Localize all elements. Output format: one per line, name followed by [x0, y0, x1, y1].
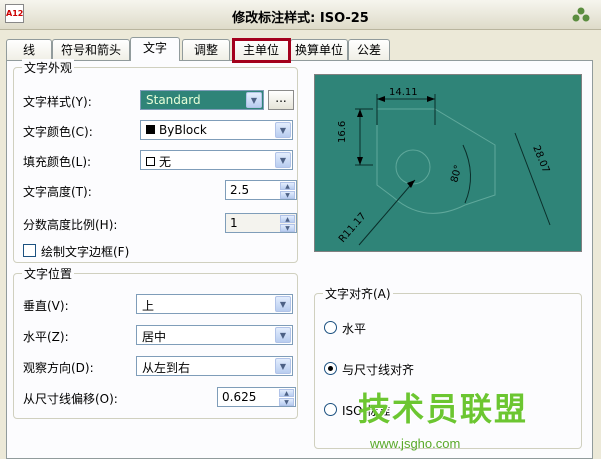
- text-placement-group: 文字位置 垂直(V): 上 ▼ 水平(Z): 居中 ▼ 观察方向(D): 从左到…: [13, 265, 298, 419]
- watermark-url: www.jsgho.com: [370, 436, 461, 451]
- align-iso-radio[interactable]: [324, 403, 337, 416]
- text-style-value: Standard: [146, 93, 201, 107]
- view-direction-combo[interactable]: 从左到右 ▼: [136, 356, 293, 376]
- view-direction-label: 观察方向(D):: [23, 361, 94, 375]
- chevron-down-icon[interactable]: ▼: [275, 327, 291, 343]
- preview-drawing: 14.11 16.6 28.07 80° R11.17: [337, 87, 551, 246]
- draw-frame-label: 绘制文字边框(F): [41, 245, 130, 259]
- align-horizontal-radio[interactable]: [324, 321, 337, 334]
- spin-up-icon[interactable]: ▲: [280, 215, 295, 223]
- text-color-text: ByBlock: [159, 123, 207, 137]
- dialog-window: A12 修改标注样式: ISO-25 线 符号和箭头 文字 调整 主单位 换算单…: [0, 0, 601, 459]
- offset-label: 从尺寸线偏移(O):: [23, 392, 118, 406]
- fraction-scale-spinner[interactable]: 1 ▲ ▼: [225, 213, 297, 233]
- watermark: 技术员联盟 www.jsgho.com: [340, 384, 580, 456]
- help-icon[interactable]: [571, 6, 591, 24]
- fill-color-combo[interactable]: 无 ▼: [140, 150, 293, 170]
- text-height-spinner[interactable]: 2.5 ▲ ▼: [225, 180, 297, 200]
- tab-text[interactable]: 文字: [130, 37, 180, 61]
- preview-dim-angle: 80°: [449, 164, 464, 184]
- preview-dim-right: 28.07: [530, 144, 551, 175]
- draw-frame-checkbox[interactable]: [23, 244, 36, 257]
- chevron-down-icon[interactable]: ▼: [275, 152, 291, 168]
- empty-swatch-icon: [146, 157, 155, 166]
- preview-dim-top: 14.11: [389, 87, 418, 98]
- spin-down-icon[interactable]: ▼: [280, 191, 295, 199]
- horizontal-label: 水平(Z):: [23, 330, 69, 344]
- view-direction-value: 从左到右: [142, 361, 191, 375]
- text-appearance-legend: 文字外观: [22, 59, 75, 76]
- fraction-scale-label: 分数高度比例(H):: [23, 218, 118, 232]
- text-alignment-legend: 文字对齐(A): [323, 285, 393, 302]
- fraction-scale-value: 1: [230, 216, 238, 230]
- color-swatch-icon: [146, 125, 155, 134]
- preview-dim-left: 16.6: [337, 121, 348, 143]
- spin-up-icon[interactable]: ▲: [280, 182, 295, 190]
- text-height-value: 2.5: [230, 183, 250, 197]
- offset-spinner[interactable]: 0.625 ▲ ▼: [217, 387, 296, 407]
- spin-down-icon[interactable]: ▼: [279, 398, 294, 406]
- tab-fit[interactable]: 调整: [182, 39, 230, 60]
- text-style-label: 文字样式(Y):: [23, 95, 92, 109]
- tab-lines[interactable]: 线: [6, 39, 52, 60]
- dimension-preview: 14.11 16.6 28.07 80° R11.17: [314, 74, 582, 252]
- window-title: 修改标注样式: ISO-25: [232, 11, 369, 26]
- text-color-value: ByBlock: [146, 123, 207, 137]
- spin-up-icon[interactable]: ▲: [279, 389, 294, 397]
- text-style-combo[interactable]: Standard ▼: [140, 90, 264, 110]
- text-color-combo[interactable]: ByBlock ▼: [140, 120, 293, 140]
- text-appearance-group: 文字外观 文字样式(Y): Standard ▼ ... 文字颜色(C): By…: [13, 59, 298, 263]
- tab-highlight-box: [232, 38, 291, 63]
- browse-button-label: ...: [275, 91, 287, 105]
- spin-down-icon[interactable]: ▼: [280, 224, 295, 232]
- chevron-down-icon[interactable]: ▼: [246, 92, 262, 108]
- chevron-down-icon[interactable]: ▼: [275, 358, 291, 374]
- tab-symbols-arrows[interactable]: 符号和箭头: [52, 39, 130, 60]
- fill-color-value: 无: [146, 153, 171, 170]
- title-bar: A12 修改标注样式: ISO-25: [0, 0, 601, 30]
- text-height-label: 文字高度(T):: [23, 185, 92, 199]
- align-dimline-label: 与尺寸线对齐: [342, 363, 415, 377]
- offset-value: 0.625: [222, 390, 257, 404]
- chevron-down-icon[interactable]: ▼: [275, 296, 291, 312]
- vertical-label: 垂直(V):: [23, 299, 69, 313]
- fill-color-label: 填充颜色(L):: [23, 155, 92, 169]
- vertical-value: 上: [142, 299, 155, 313]
- text-color-label: 文字颜色(C):: [23, 125, 93, 139]
- tab-strip: 线 符号和箭头 文字 调整 主单位 换算单位 公差: [0, 37, 601, 61]
- chevron-down-icon[interactable]: ▼: [275, 122, 291, 138]
- horizontal-value: 居中: [142, 330, 167, 344]
- tab-tolerances[interactable]: 公差: [348, 39, 390, 60]
- browse-button[interactable]: ...: [268, 90, 294, 110]
- align-dimline-radio[interactable]: [324, 362, 337, 375]
- tab-alternate-units[interactable]: 换算单位: [290, 39, 348, 60]
- text-placement-legend: 文字位置: [22, 265, 75, 282]
- horizontal-combo[interactable]: 居中 ▼: [136, 325, 293, 345]
- align-horizontal-label: 水平: [342, 322, 367, 336]
- fill-color-text: 无: [159, 155, 172, 169]
- vertical-combo[interactable]: 上 ▼: [136, 294, 293, 314]
- watermark-title: 技术员联盟: [358, 390, 529, 428]
